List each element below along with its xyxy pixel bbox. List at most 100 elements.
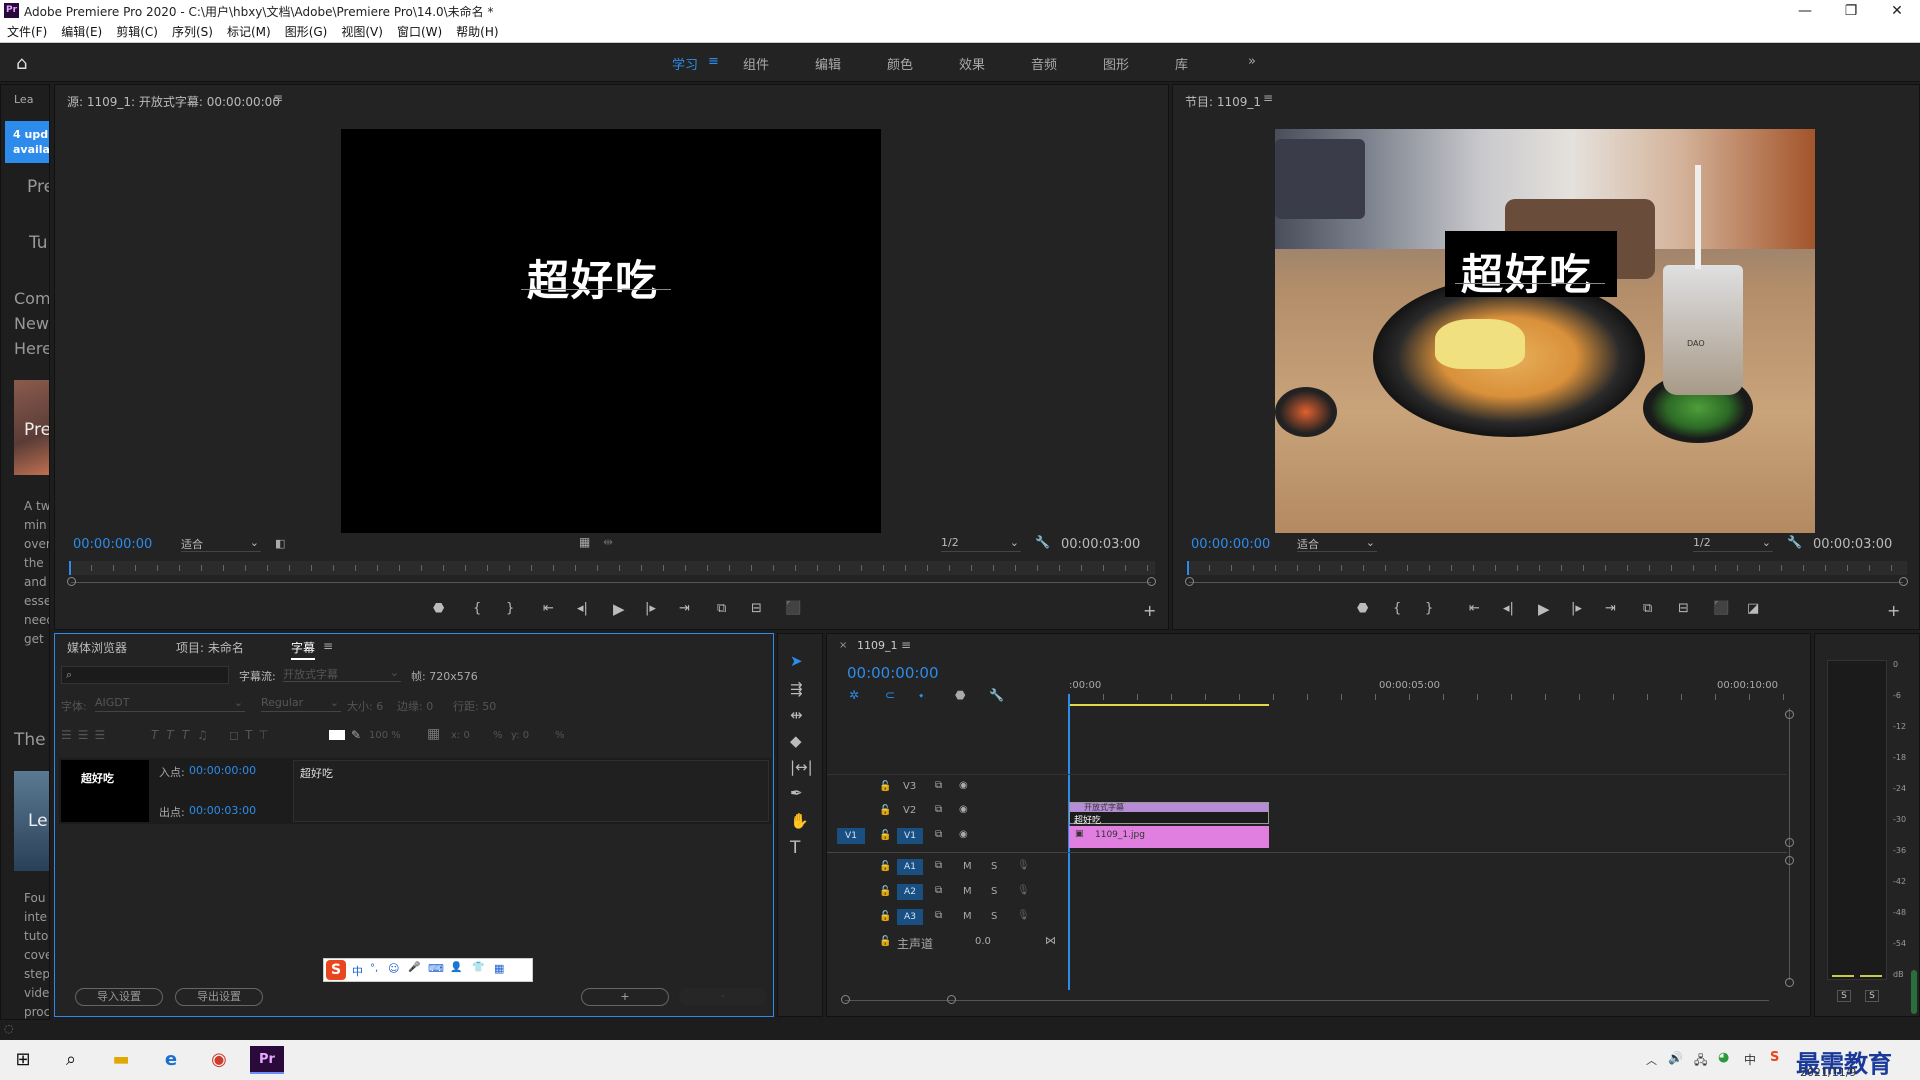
position-grid-icon[interactable]: ▦ [427,726,440,742]
caption-entry-row[interactable]: 超好吃 入点: 00:00:00:00 出点: 00:00:03:00 超好吃 [59,758,771,824]
tab-project[interactable]: 项目: 未命名 [176,639,244,656]
program-zoom-bar[interactable] [1189,582,1903,583]
lock-icon[interactable]: 🔓 [879,911,891,922]
program-monitor-title[interactable]: 节目: 1109_1 [1185,93,1261,110]
sync-icon[interactable]: ⧉ [935,804,942,815]
source-resolution-dropdown[interactable]: 1/2 ⌄ [941,536,1021,552]
solo-button[interactable]: S [991,911,997,922]
ripple-edit-tool-icon[interactable]: ⇹ [790,706,803,724]
master-volume-value[interactable]: 0.0 [975,936,991,947]
ime-toolbox-icon[interactable]: ▦ [494,962,504,975]
tab-media-browser[interactable]: 媒体浏览器 [67,639,127,656]
zoom-handle[interactable] [841,995,850,1004]
source-zoom-bar[interactable] [71,582,1151,583]
timeline-timecode[interactable]: 00:00:00:00 [847,664,939,682]
in-point-timecode[interactable]: 00:00:00:00 [189,764,256,777]
workspace-color[interactable]: 颜色 [887,54,913,73]
eye-icon[interactable]: ◉ [959,829,968,840]
source-timecode[interactable]: 00:00:00:00 [73,537,152,552]
mic-icon[interactable]: 🎙 [1017,885,1030,896]
scroll-handle[interactable] [1785,856,1794,865]
menu-edit[interactable]: 编辑(E) [54,22,109,43]
panel-menu-icon[interactable]: ≡ [901,638,911,652]
import-settings-button[interactable]: 导入设置 [75,988,163,1006]
menu-marker[interactable]: 标记(M) [220,22,278,43]
minimize-button[interactable]: — [1782,0,1828,22]
track-select-tool-icon[interactable]: ⇶ [790,680,803,698]
menu-view[interactable]: 视图(V) [334,22,390,43]
image-clip[interactable]: ▣ 1109_1.jpg [1069,826,1269,848]
sogou-tray-icon[interactable]: S [1770,1050,1779,1065]
camera-icon[interactable]: ⬛ [1713,601,1729,616]
go-to-in-icon[interactable]: ⇤ [543,601,554,616]
ime-skin-icon[interactable]: 👕 [472,962,484,973]
go-to-out-icon[interactable]: ⇥ [679,601,690,616]
source-monitor-title[interactable]: 源: 1109_1: 开放式字幕: 00:00:00:00 [67,93,280,110]
volume-icon[interactable]: 🔊 [1668,1051,1683,1065]
zoom-handle[interactable] [1147,577,1156,586]
caption-search-input[interactable]: ⌕ [61,666,229,684]
step-forward-icon[interactable]: |▸ [645,601,656,616]
go-to-next-icon[interactable]: ⋈ [1045,934,1056,947]
x-field[interactable]: x: 0 [451,730,470,741]
workspace-more-icon[interactable]: » [1248,54,1256,69]
play-icon[interactable]: ▶ [1538,600,1550,618]
date-text[interactable]: 2021/11/9 [1800,1066,1856,1079]
maximize-button[interactable]: ❐ [1828,0,1874,22]
zoom-handle[interactable] [67,577,76,586]
home-icon[interactable]: ⌂ [16,53,27,74]
workspace-assembly[interactable]: 组件 [743,54,769,73]
workspace-learn[interactable]: 学习 [672,54,698,73]
track-name[interactable]: V2 [903,805,916,816]
ime-tray-icon[interactable]: 中 [1744,1051,1756,1068]
snap-icon[interactable]: ✲ [849,688,859,702]
edge-browser-icon[interactable]: e [154,1046,188,1074]
size-field[interactable]: 大小: 6 [347,698,383,714]
workspace-editing[interactable]: 编辑 [815,54,841,73]
comparison-view-icon[interactable]: ◪ [1747,601,1759,616]
drag-audio-icon[interactable]: ⇹ [603,535,613,549]
add-button-icon[interactable]: + [1887,601,1900,620]
opacity-field[interactable]: 100 % [369,730,401,741]
out-point-timecode[interactable]: 00:00:03:00 [189,804,256,817]
track-name[interactable]: A3 [897,909,923,925]
mark-out-icon[interactable]: } [506,601,514,616]
caption-text-field[interactable]: 超好吃 [293,760,769,822]
lock-icon[interactable]: 🔓 [879,781,891,792]
panel-menu-icon[interactable]: ≡ [323,639,333,653]
font-style-dropdown[interactable]: Regular ⌄ [261,696,341,712]
solo-button[interactable]: S [991,861,997,872]
eye-icon[interactable]: ◉ [959,780,968,791]
program-resolution-dropdown[interactable]: 1/2 ⌄ [1693,536,1773,552]
workspace-libraries[interactable]: 库 [1175,54,1188,73]
track-name[interactable]: V1 [897,828,923,844]
background-icons[interactable]: ◻T⊤ [229,728,275,742]
network-icon[interactable]: 🖧 [1694,1051,1707,1072]
font-dropdown[interactable]: AIGDT ⌄ [95,696,245,712]
play-icon[interactable]: ▶ [613,600,625,618]
workspace-effects[interactable]: 效果 [959,54,985,73]
tab-captions[interactable]: 字幕 [291,639,316,660]
menu-file[interactable]: 文件(F) [0,22,54,43]
add-button-icon[interactable]: + [1143,601,1156,620]
drag-video-icon[interactable]: ▦ [579,535,590,549]
line-spacing-field[interactable]: 行距: 50 [453,698,496,714]
lock-icon[interactable]: 🔓 [879,936,891,947]
menu-graphics[interactable]: 图形(G) [278,22,335,43]
lock-icon[interactable]: 🔓 [879,805,891,816]
program-time-ruler[interactable] [1187,561,1907,575]
add-marker-icon[interactable]: ⬣ [433,601,444,616]
mic-icon[interactable]: 🎙 [1017,860,1030,871]
workspace-graphics[interactable]: 图形 [1103,54,1129,73]
source-video-frame[interactable]: 超好吃 [341,129,881,533]
menu-sequence[interactable]: 序列(S) [165,22,220,43]
menu-help[interactable]: 帮助(H) [449,22,505,43]
export-settings-button[interactable]: 导出设置 [175,988,263,1006]
y-field[interactable]: y: 0 [511,730,529,741]
search-icon[interactable]: ⌕ [54,1046,88,1074]
edge-field[interactable]: 边缘: 0 [397,698,433,714]
ime-user-icon[interactable]: 👤 [450,962,462,973]
solo-right-button[interactable]: S [1865,990,1879,1002]
add-marker-icon[interactable]: ⬣ [1357,601,1368,616]
sync-icon[interactable]: ⧉ [935,780,942,791]
